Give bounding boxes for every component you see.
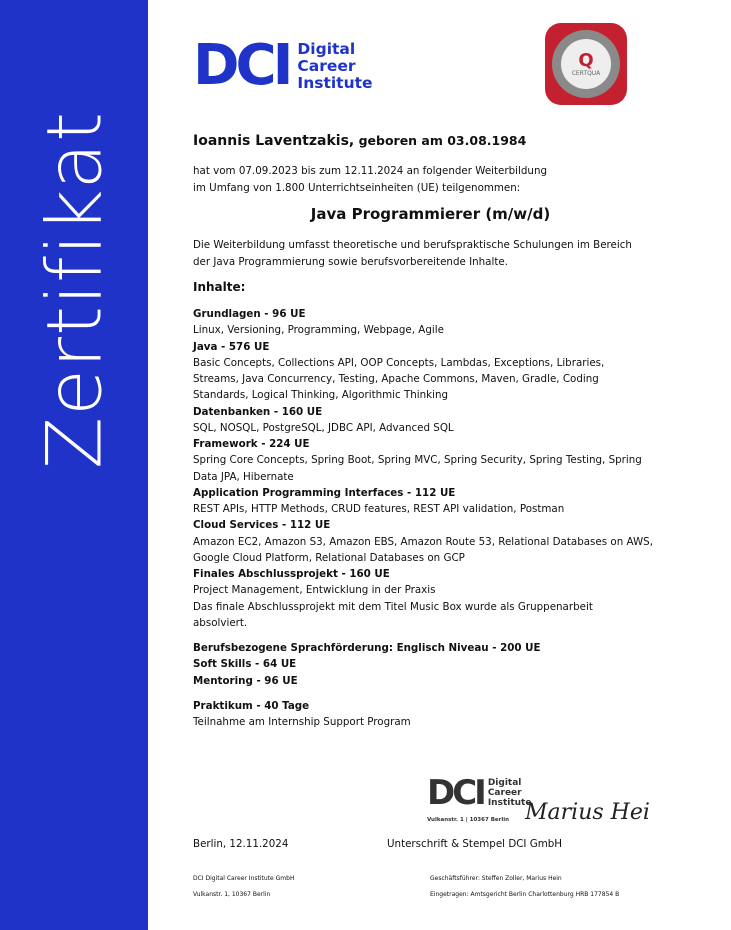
birth-date: geboren am 03.08.1984 [354,133,527,148]
footer-register: Eingetragen: Amtsgericht Berlin Charlott… [430,891,620,898]
footer-ceo: Geschäftsführer: Steffen Zoller, Marius … [430,875,562,882]
internship-text: Teilnahme am Internship Support Program [193,716,411,728]
logo-mark: DCI [193,33,293,98]
q-icon: Q [578,49,594,71]
logo-line: Institute [297,73,373,92]
certqua-seal: Q CERTQUA [545,23,627,105]
modules-list: Grundlagen - 96 UE Linux, Versioning, Pr… [193,306,673,730]
logo-line: Career [297,56,356,75]
recipient-line: Ioannis Laventzakis, geboren am 03.08.19… [193,133,526,149]
module-text: Amazon EC2, Amazon S3, Amazon EBS, Amazo… [193,535,653,564]
module-title: Cloud Services - 112 UE [193,519,331,532]
module-title: Datenbanken - 160 UE [193,405,323,418]
contents-heading: Inhalte: [193,280,246,294]
module-text: Project Management, Entwicklung in der P… [193,584,436,597]
module-title: Finales Abschlussprojekt - 160 UE [193,568,390,580]
extra-module: Mentoring - 96 UE [193,674,298,687]
description-line: der Java Programmierung sowie berufsvorb… [193,255,508,268]
internship-title: Praktikum - 40 Tage [193,699,310,712]
extra-module: Soft Skills - 64 UE [193,658,297,671]
module-text: Linux, Versioning, Programming, Webpage,… [193,324,444,337]
stamp-line: Digital [487,778,522,788]
seal-core: Q CERTQUA [561,39,611,89]
module-text: REST APIs, HTTP Methods, CRUD features, … [193,503,565,515]
module-text: SQL, NOSQL, PostgreSQL, JDBC API, Advanc… [193,421,454,434]
logo-text: Digital Career Institute [297,39,373,92]
logo-line: Digital [297,39,356,58]
description: Die Weiterbildung umfasst theoretische u… [193,237,632,270]
intro-line: hat vom 07.09.2023 bis zum 12.11.2024 an… [193,165,548,177]
stamp-mark: DCI [427,773,487,813]
footer-left: DCI Digital Career Institute GmbH Vulkan… [193,871,294,903]
module-text: Spring Core Concepts, Spring Boot, Sprin… [193,454,642,483]
footer-company: DCI Digital Career Institute GmbH [193,875,295,882]
intro-line: im Umfang von 1.800 Unterrichtseinheiten… [193,181,521,194]
course-title: Java Programmierer (m/w/d) [310,205,551,223]
module-title: Grundlagen - 96 UE [193,308,306,320]
stamp-address: Vulkanstr. 1 | 10367 Berlin [427,817,510,823]
module-title: Java - 576 UE [193,340,270,353]
signature-label: Unterschrift & Stempel DCI GmbH [387,838,563,850]
module-text: Das finale Abschlussprojekt mit dem Tite… [193,600,593,629]
footer-right: Geschäftsführer: Steffen Zoller, Marius … [430,871,619,903]
sidebar-band: Zertifikat [0,0,148,930]
place-date: Berlin, 12.11.2024 [193,838,289,850]
module-title: Framework - 224 UE [193,438,310,450]
recipient-name: Ioannis Laventzakis, [193,133,355,149]
description-line: Die Weiterbildung umfasst theoretische u… [193,239,632,251]
module-title: Application Programming Interfaces - 112… [193,486,456,499]
seal-ring: Q CERTQUA [552,30,620,98]
intro-text: hat vom 07.09.2023 bis zum 12.11.2024 an… [193,163,547,196]
seal-text: CERTQUA [571,69,601,77]
module-text: Basic Concepts, Collections API, OOP Con… [193,356,605,402]
company-stamp: DCI Digital Career Institute [427,773,531,813]
signature: Marius Hei [525,800,650,825]
certificate-title: Zertifikat [29,111,119,469]
extra-module: Berufsbezogene Sprachförderung: Englisch… [193,642,541,654]
dci-logo: DCI Digital Career Institute [193,38,373,94]
footer-address: Vulkanstr. 1, 10367 Berlin [193,891,271,898]
stamp-line: Career [487,788,522,798]
